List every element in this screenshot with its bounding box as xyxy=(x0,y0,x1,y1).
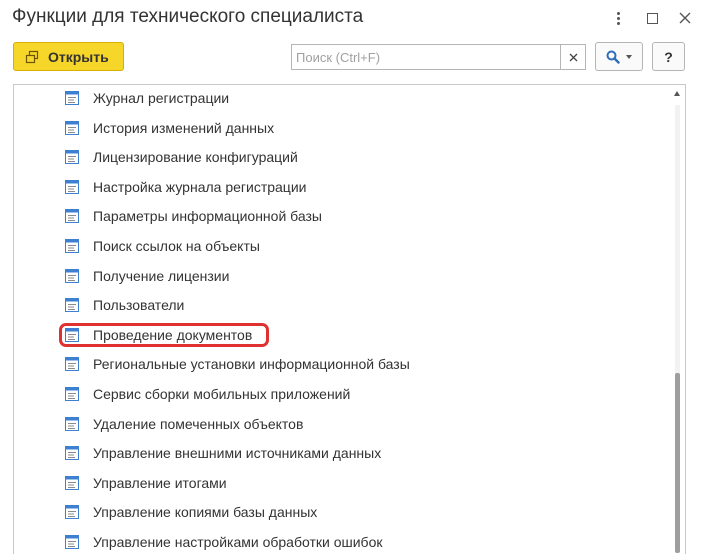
clear-search-button[interactable] xyxy=(560,44,586,70)
list-item[interactable]: История изменений данных xyxy=(64,117,274,139)
list-item[interactable]: Управление копиями базы данных xyxy=(64,501,317,523)
list-item-label: Управление итогами xyxy=(93,474,227,491)
list-item-label: Проведение документов xyxy=(93,326,253,343)
list-item[interactable]: Настройка журнала регистрации xyxy=(64,176,306,198)
form-document-icon xyxy=(64,416,80,432)
list-item-label: История изменений данных xyxy=(93,119,275,136)
list-item-label: Управление внешними источниками данных xyxy=(93,445,382,462)
search-input[interactable] xyxy=(292,45,552,69)
list-item[interactable]: Сервис сборки мобильных приложений xyxy=(64,383,350,405)
list-item-label: Региональные установки информационной ба… xyxy=(93,356,410,373)
close-button[interactable] xyxy=(674,7,696,29)
list-item-label: Настройка журнала регистрации xyxy=(93,178,307,195)
list-item[interactable]: Управление внешними источниками данных xyxy=(64,442,381,464)
form-document-icon xyxy=(64,179,80,195)
form-document-icon xyxy=(64,386,80,402)
list-item[interactable]: Пользователи xyxy=(64,294,184,316)
form-document-icon xyxy=(64,208,80,224)
form-document-icon xyxy=(64,120,80,136)
list-item[interactable]: Лицензирование конфигураций xyxy=(64,146,298,168)
list-item[interactable]: Управление настройками обработки ошибок xyxy=(64,531,382,553)
clear-icon xyxy=(569,53,577,61)
form-document-icon xyxy=(64,268,80,284)
scroll-up-arrow-icon[interactable] xyxy=(674,91,680,96)
open-form-icon xyxy=(25,50,39,64)
list-item[interactable]: Управление итогами xyxy=(64,472,227,494)
kebab-menu-icon xyxy=(616,11,620,26)
list-item-label: Получение лицензии xyxy=(93,267,230,284)
maximize-icon xyxy=(646,12,658,24)
form-document-icon xyxy=(64,238,80,254)
scrollbar[interactable] xyxy=(671,85,685,554)
more-actions-button[interactable] xyxy=(607,7,629,29)
list-item[interactable]: Поиск ссылок на объекты xyxy=(64,235,260,257)
form-document-icon xyxy=(64,504,80,520)
form-document-icon xyxy=(64,149,80,165)
scroll-thumb[interactable] xyxy=(675,373,680,553)
find-button[interactable] xyxy=(595,42,643,71)
list-item-label: Управление копиями базы данных xyxy=(93,504,318,521)
functions-list: Журнал регистрации История изменений данн… xyxy=(13,84,686,554)
chevron-down-icon xyxy=(626,54,632,59)
list-item-label: Сервис сборки мобильных приложений xyxy=(93,386,351,402)
list-item-label: Лицензирование конфигураций xyxy=(93,149,298,166)
maximize-button[interactable] xyxy=(641,7,663,29)
window-title: Функции для технического специалиста xyxy=(12,6,364,27)
form-document-icon xyxy=(64,445,80,461)
search-icon xyxy=(606,50,620,64)
list-item-label: Удаление помеченных объектов xyxy=(93,415,304,432)
list-item[interactable]: Журнал регистрации xyxy=(64,87,229,109)
close-icon xyxy=(679,12,691,24)
form-document-icon xyxy=(64,90,80,106)
form-document-icon xyxy=(64,297,80,313)
list-item-label: Журнал регистрации xyxy=(93,90,230,106)
form-document-icon xyxy=(64,327,80,343)
list-item-label: Поиск ссылок на объекты xyxy=(93,238,260,254)
list-item-label: Пользователи xyxy=(93,297,185,314)
list-item[interactable]: Проведение документов xyxy=(64,324,252,346)
open-button[interactable]: Открыть xyxy=(13,42,124,71)
list-item-label: Управление настройками обработки ошибок xyxy=(93,534,383,550)
form-document-icon xyxy=(64,475,80,491)
form-document-icon xyxy=(64,356,80,372)
open-button-label: Открыть xyxy=(48,48,109,65)
search-box xyxy=(291,44,585,70)
list-item[interactable]: Региональные установки информационной ба… xyxy=(64,353,410,375)
list-item[interactable]: Удаление помеченных объектов xyxy=(64,413,303,435)
help-button[interactable]: ? xyxy=(652,42,685,71)
list-item[interactable]: Получение лицензии xyxy=(64,265,229,287)
list-item-label: Параметры информационной базы xyxy=(93,208,322,225)
list-item[interactable]: Параметры информационной базы xyxy=(64,205,322,227)
form-document-icon xyxy=(64,534,80,550)
